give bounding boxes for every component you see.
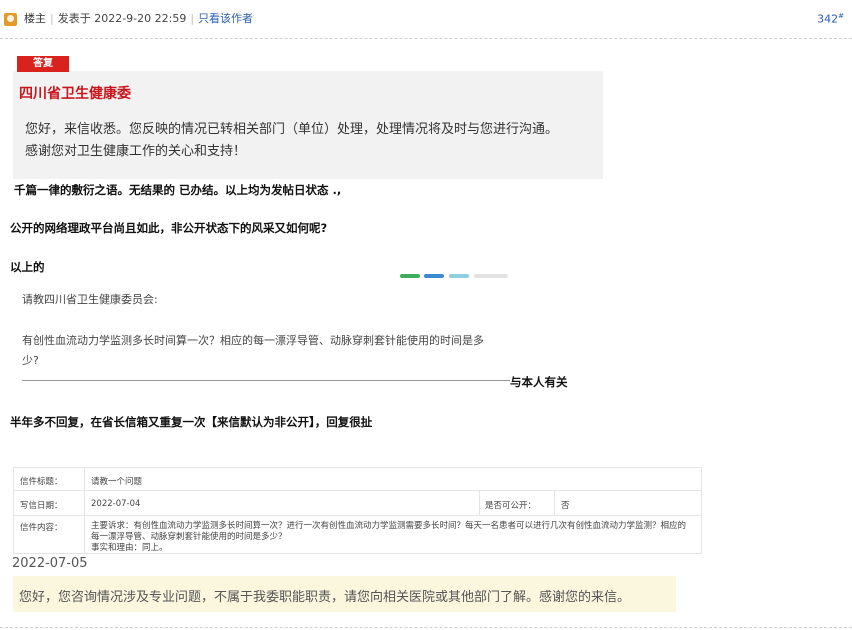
post-header: 楼主 | 发表于 2022-9-20 22:59 | 只看该作者 342#: [0, 0, 852, 39]
organization-name: 四川省卫生健康委: [19, 86, 131, 102]
only-author-link[interactable]: 只看该作者: [198, 12, 253, 25]
form-value: 2022-07-04: [91, 499, 141, 509]
comment-text: 以上的: [10, 260, 45, 274]
floor-number-link[interactable]: 342#: [817, 12, 844, 26]
quote-question: 有创性血流动力学监测多长时间算一次？相应的每一漂浮导管、动脉穿刺套针能使用的时间…: [22, 334, 484, 347]
form-content: 主要诉求：有创性血流动力学监测多长时间算一次？进行一次有创性血流动力学监测需要多…: [91, 521, 687, 553]
comment-text: 千篇一律的敷衍之语。无结果的 已办结。以上均为发帖日状态 .,: [14, 183, 342, 197]
comment-text: 公开的网络理政平台尚且如此，非公开状态下的风采又如何呢?: [10, 221, 328, 235]
share-icon: [474, 274, 508, 278]
form-label: 写信日期：: [20, 501, 63, 511]
author-label: 楼主: [24, 12, 46, 25]
share-icon: [400, 274, 420, 278]
reply-badge: 答复: [17, 56, 69, 72]
divider: [0, 627, 852, 629]
share-icon: [449, 274, 469, 278]
post-timestamp: 发表于 2022-9-20 22:59: [57, 12, 187, 25]
comment-text: 与本人有关: [510, 375, 568, 389]
form-label: 信件标题：: [20, 477, 63, 487]
form-label: 是否可公开：: [485, 501, 537, 511]
reply-screenshot-image: 答复 四川省卫生健康委 您好，来信收悉。您反映的情况已转相关部门（单位）处理，处…: [13, 47, 603, 179]
divider: [22, 380, 510, 381]
post-meta: 楼主 | 发表于 2022-9-20 22:59 | 只看该作者: [24, 12, 254, 25]
share-icon: [424, 274, 444, 278]
response-banner: 您好，您咨询情况涉及专业问题，不属于我委职能职责，请您向相关医院或其他部门了解。…: [13, 576, 676, 612]
form-label: 信件内容：: [20, 523, 63, 533]
response-date: 2022-07-05: [12, 556, 88, 571]
reply-text: 您好，来信收悉。您反映的情况已转相关部门（单位）处理，处理情况将及时与您进行沟通…: [25, 122, 559, 159]
form-value: 请教一个问题: [91, 477, 143, 487]
quote-question: 少?: [22, 354, 39, 367]
user-avatar-icon[interactable]: [4, 13, 17, 26]
response-text: 您好，您咨询情况涉及专业问题，不属于我委职能职责，请您向相关医院或其他部门了解。…: [19, 590, 631, 605]
form-value: 否: [561, 501, 570, 511]
comment-text: 半年多不回复，在省长信箱又重复一次【来信默认为非公开】，回复很扯: [10, 415, 373, 429]
letter-form-image: 信件标题： 请教一个问题 写信日期： 2022-07-04 是否可公开： 否 信…: [13, 467, 702, 554]
quote-salutation: 请教四川省卫生健康委员会:: [22, 293, 158, 306]
